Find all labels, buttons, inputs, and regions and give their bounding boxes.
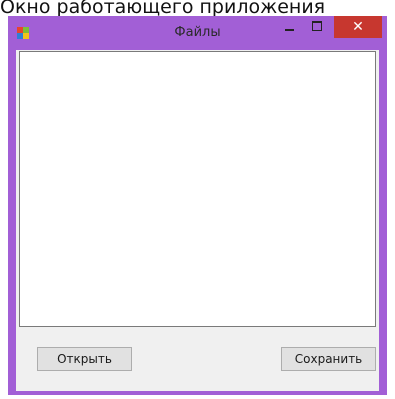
maximize-button[interactable]: [304, 16, 330, 38]
client-area: Открыть Сохранить: [16, 50, 379, 391]
minimize-button[interactable]: [276, 16, 302, 38]
app-icon[interactable]: [17, 27, 29, 39]
open-button[interactable]: Открыть: [37, 347, 132, 371]
save-button[interactable]: Сохранить: [281, 347, 376, 371]
maximize-icon: [312, 21, 322, 31]
window-title: Файлы: [174, 25, 221, 40]
close-button[interactable]: ✕: [334, 16, 382, 38]
text-content-area[interactable]: [19, 51, 376, 327]
minimize-icon: [285, 29, 294, 31]
title-bar[interactable]: Файлы ✕: [8, 16, 387, 50]
close-icon: ✕: [352, 19, 364, 35]
app-window: Файлы ✕ Открыть Сохранить: [8, 16, 387, 395]
